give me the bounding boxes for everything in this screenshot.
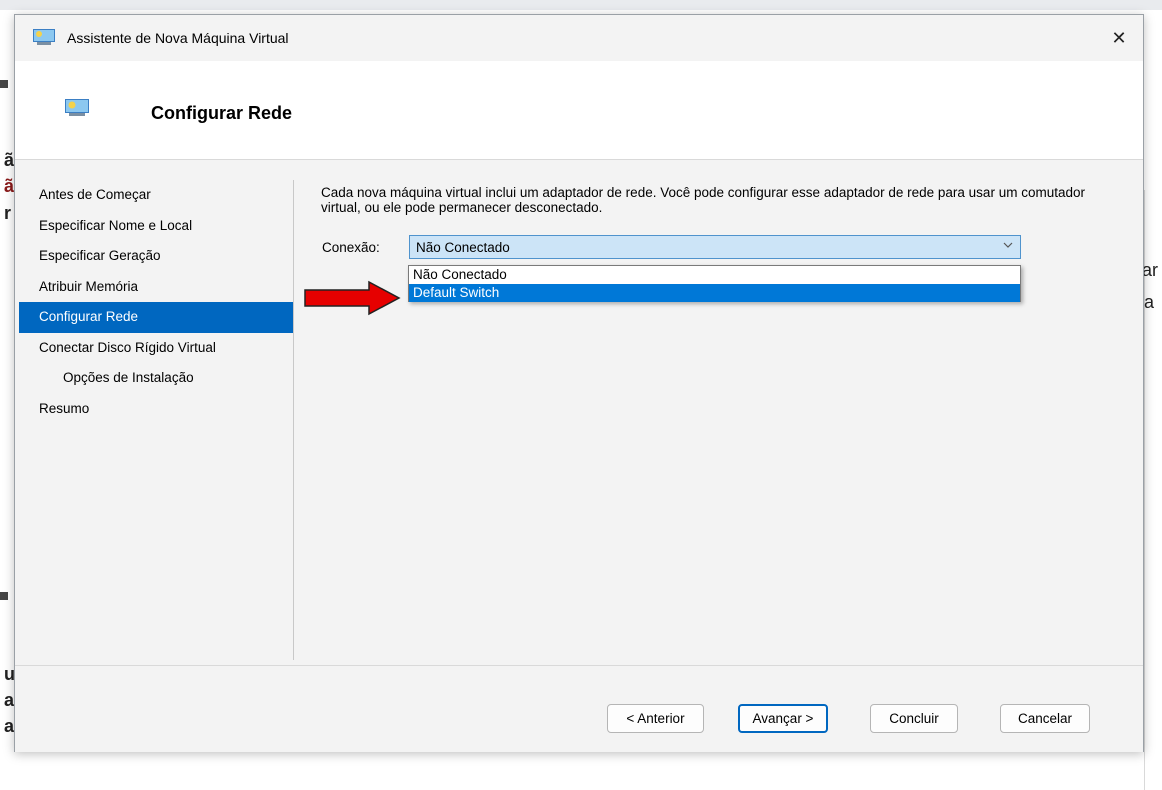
nav-item-opcoes-de-instalacao[interactable]: Opções de Instalação: [19, 363, 293, 394]
background-bar: [0, 80, 8, 88]
nav-item-antes-de-comecar[interactable]: Antes de Começar: [19, 180, 293, 211]
nav-item-conectar-disco-rigido-virtual[interactable]: Conectar Disco Rígido Virtual: [19, 333, 293, 364]
background-text-fragment: r: [4, 203, 12, 223]
background-bar: [0, 592, 8, 600]
background-text-fragment: a: [1144, 292, 1155, 312]
background-text-fragment: ar: [1142, 260, 1159, 280]
red-arrow-annotation: [304, 280, 401, 316]
title-bar[interactable]: Assistente de Nova Máquina Virtual ✕: [15, 15, 1143, 61]
wizard-footer: < Anterior Avançar > Concluir Cancelar: [15, 665, 1143, 752]
close-icon[interactable]: ✕: [1103, 23, 1135, 53]
nav-item-especificar-nome-e-local[interactable]: Especificar Nome e Local: [19, 211, 293, 242]
background-text-fragment: ã: [4, 176, 15, 196]
nav-item-resumo[interactable]: Resumo: [19, 394, 293, 425]
background-text-fragment: a: [4, 690, 15, 710]
hyperv-icon: [33, 29, 55, 45]
connection-dropdown-list: Não Conectado Default Switch: [408, 265, 1021, 302]
wizard-content: Antes de Começar Especificar Nome e Loca…: [15, 160, 1143, 665]
chevron-down-icon: [1002, 239, 1014, 254]
new-vm-wizard-dialog: Assistente de Nova Máquina Virtual ✕ Con…: [14, 14, 1144, 752]
background-text-fragment: a: [4, 716, 15, 736]
connection-select[interactable]: Não Conectado: [409, 235, 1021, 259]
background-window-topbar: [0, 0, 1162, 10]
hyperv-icon: [65, 99, 89, 117]
finish-button[interactable]: Concluir: [870, 704, 958, 733]
cancel-button[interactable]: Cancelar: [1000, 704, 1090, 733]
page-title: Configurar Rede: [151, 103, 293, 123]
wizard-step-nav: Antes de Começar Especificar Nome e Loca…: [19, 180, 293, 424]
background-text-fragment: ã: [4, 150, 15, 170]
back-button[interactable]: < Anterior: [607, 704, 704, 733]
nav-divider: [293, 180, 294, 660]
dropdown-option-default-switch[interactable]: Default Switch: [409, 284, 1020, 302]
nav-item-configurar-rede[interactable]: Configurar Rede: [19, 302, 293, 333]
network-description: Cada nova máquina virtual inclui um adap…: [321, 185, 1085, 215]
wizard-header: Configurar Rede: [15, 61, 1143, 160]
nav-item-atribuir-memoria[interactable]: Atribuir Memória: [19, 272, 293, 303]
next-button[interactable]: Avançar >: [738, 704, 828, 733]
window-title: Assistente de Nova Máquina Virtual: [67, 30, 289, 46]
connection-label: Conexão:: [322, 240, 380, 255]
dropdown-option-nao-conectado[interactable]: Não Conectado: [409, 266, 1020, 284]
background-window-left-edge: [0, 10, 12, 754]
connection-select-value: Não Conectado: [416, 240, 510, 255]
nav-item-especificar-geracao[interactable]: Especificar Geração: [19, 241, 293, 272]
